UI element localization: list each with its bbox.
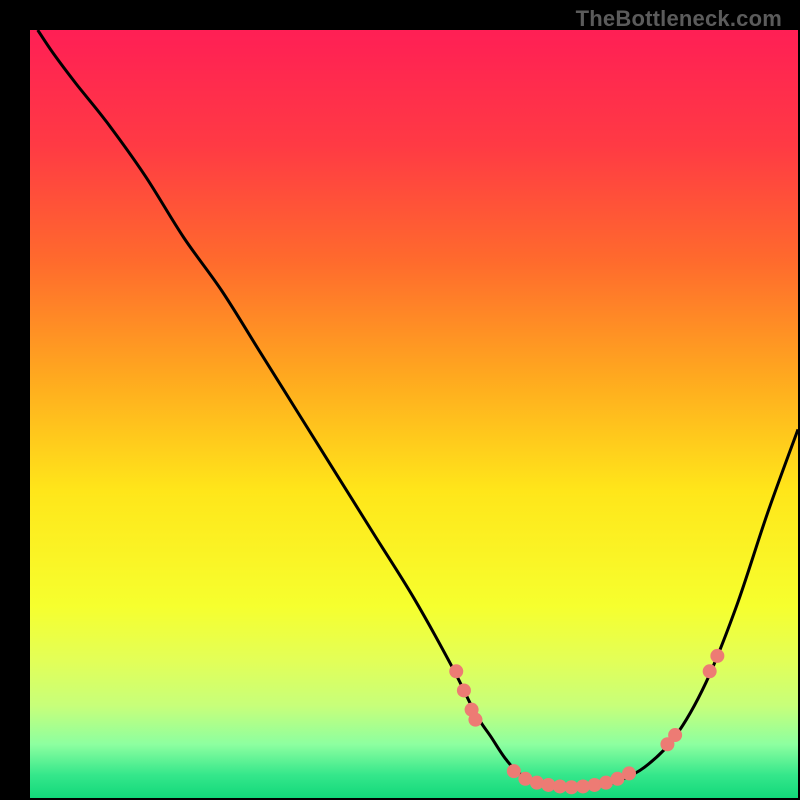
data-marker <box>710 649 724 663</box>
data-marker <box>622 766 636 780</box>
data-marker <box>703 664 717 678</box>
data-marker <box>668 728 682 742</box>
chart-frame <box>15 15 783 783</box>
data-marker <box>530 776 544 790</box>
data-marker <box>507 764 521 778</box>
data-marker <box>457 683 471 697</box>
watermark-text: TheBottleneck.com <box>576 6 782 32</box>
data-marker <box>449 664 463 678</box>
gradient-background <box>30 30 798 798</box>
data-marker <box>587 778 601 792</box>
data-marker <box>468 713 482 727</box>
bottleneck-chart <box>30 30 798 798</box>
